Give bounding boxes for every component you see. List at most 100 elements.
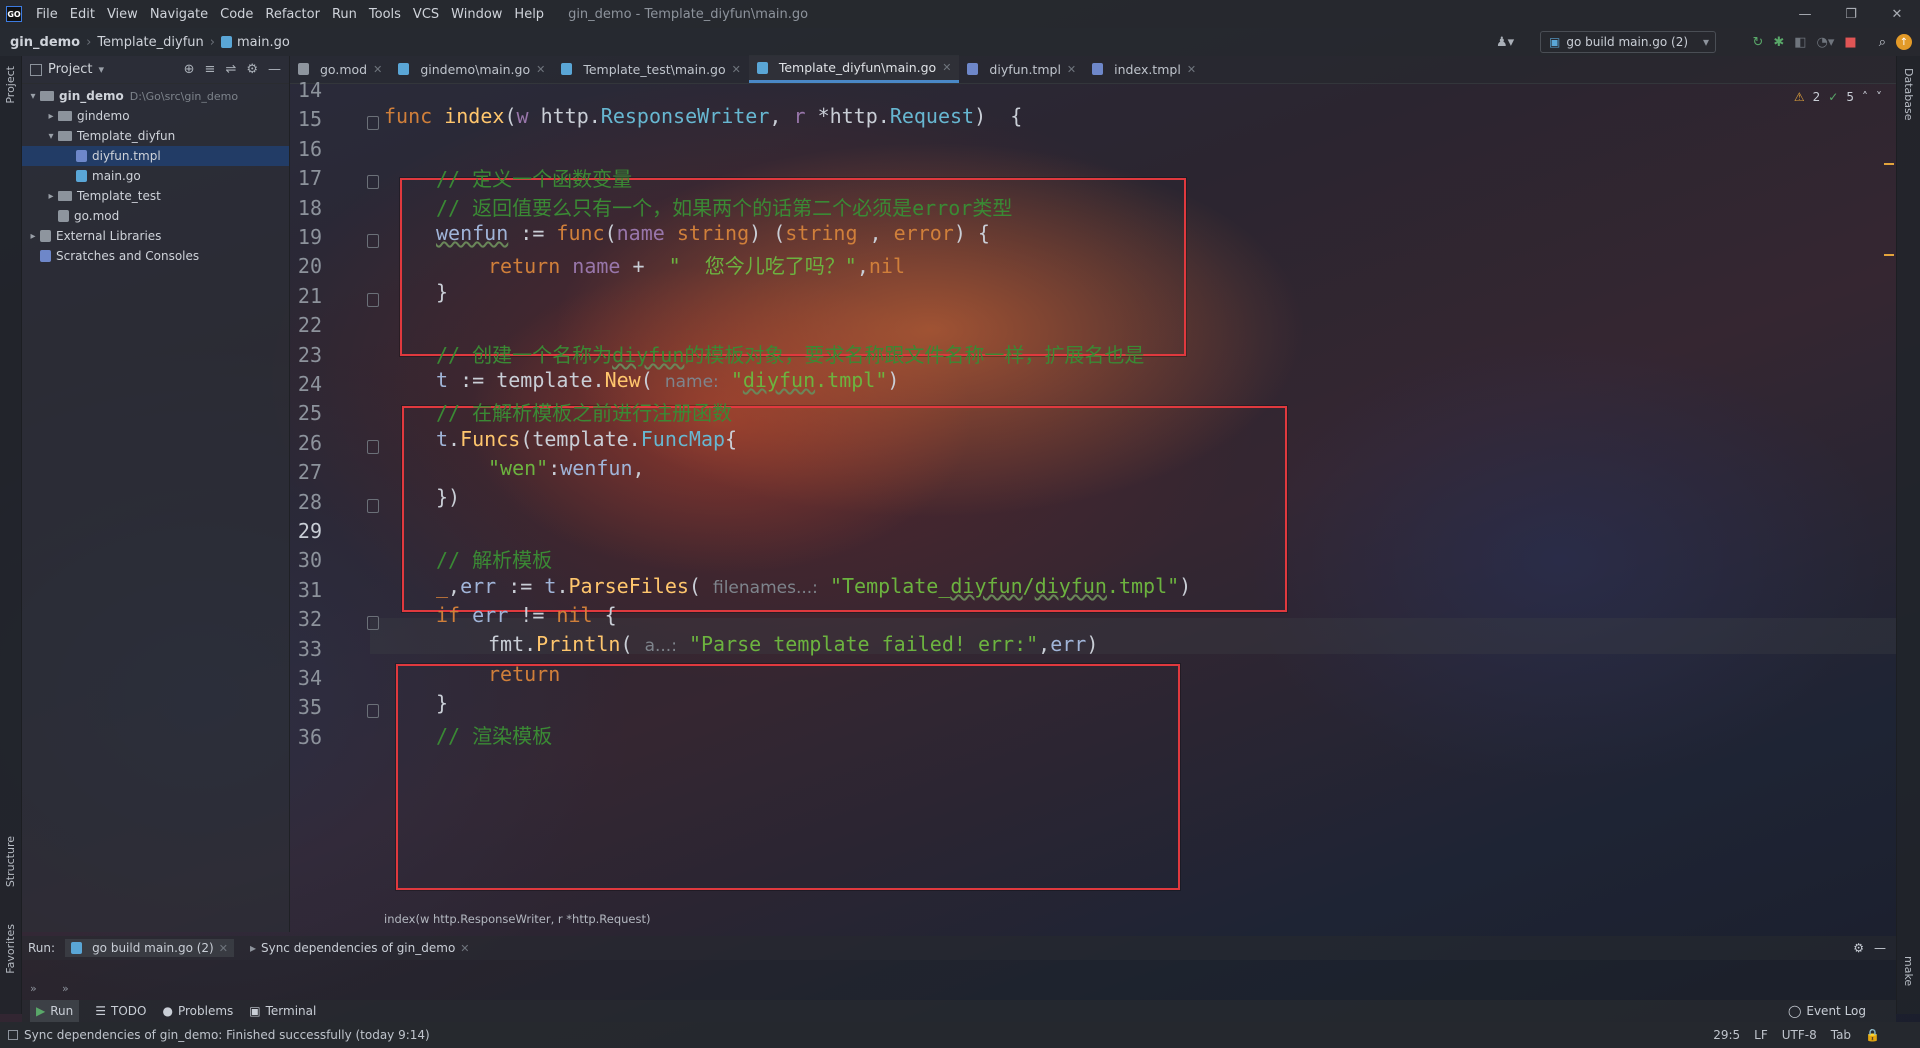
breadcrumb-file[interactable]: main.go [237,35,290,50]
line-number[interactable]: 29 [290,519,322,543]
coverage-icon[interactable]: ◧ [1794,35,1806,50]
line-number[interactable]: 22 [290,313,322,337]
menu-tools[interactable]: Tools [363,7,407,22]
tree-item[interactable]: Scratches and Consoles [22,246,289,266]
line-number[interactable]: 36 [290,725,322,749]
line-number[interactable]: 18 [290,196,322,220]
chevron-up-icon[interactable]: ˄ [1862,90,1868,104]
expand-icon[interactable]: » [62,982,69,995]
fold-marker-icon[interactable] [367,616,379,631]
debug-icon[interactable]: ✱ [1773,35,1784,50]
menu-refactor[interactable]: Refactor [259,7,326,22]
line-number[interactable]: 19 [290,225,322,249]
warning-marker[interactable] [1884,163,1894,165]
line-number[interactable]: 35 [290,695,322,719]
line-number[interactable]: 14 [290,78,322,102]
code-editor[interactable]: 14 15 16 17 18 19 20 21 22 23 24 25 26 27 28 29 30 31 32 33… [290,78,1896,910]
close-window-button[interactable]: ✕ [1874,7,1920,22]
event-log-button[interactable]: ◯ Event Log [1788,1004,1866,1018]
editor-tab[interactable]: diyfun.tmpl ✕ [959,55,1084,83]
gear-icon[interactable]: ⚙ [246,62,258,77]
close-tab-icon[interactable]: ✕ [1187,63,1196,76]
scrollbar[interactable] [1888,84,1896,910]
file-encoding[interactable]: UTF-8 [1782,1028,1817,1042]
expand-icon[interactable]: » [30,982,37,995]
restore-button[interactable]: ❐ [1828,7,1874,22]
fold-marker-icon[interactable] [367,234,379,248]
line-number[interactable]: 28 [290,490,322,514]
database-tool-tab[interactable]: Database [1902,68,1915,121]
tree-item[interactable]: go.mod [22,206,289,226]
todo-tool-button[interactable]: ☰ TODO [95,1004,146,1018]
tree-item[interactable]: ▾ Template_diyfun [22,126,289,146]
menu-code[interactable]: Code [214,7,259,22]
run-tool-button[interactable]: ▶ Run [30,1000,80,1022]
warning-marker[interactable] [1884,254,1894,256]
close-tab-icon[interactable]: ✕ [536,63,545,76]
line-separator[interactable]: LF [1754,1028,1768,1042]
menu-window[interactable]: Window [445,7,508,22]
tree-item[interactable]: ▸ Template_test [22,186,289,206]
menu-run[interactable]: Run [326,7,363,22]
run-console[interactable]: » » [22,960,1896,1000]
run-tab-sync[interactable]: ▸ Sync dependencies of gin_demo ✕ [244,939,476,957]
update-icon[interactable]: ↑ [1896,34,1912,50]
tree-item[interactable]: ▸ gindemo [22,106,289,126]
hide-icon[interactable]: — [268,62,281,77]
fold-marker-icon[interactable] [367,498,379,513]
line-number[interactable]: 20 [290,254,322,278]
line-number[interactable]: 25 [290,401,322,425]
tree-item[interactable]: ▾ gin_demo D:\Go\src\gin_demo [22,86,289,106]
stop-icon[interactable]: ■ [1844,35,1856,50]
structure-tool-tab[interactable]: Structure [4,836,17,887]
locate-icon[interactable]: ⊕ [184,62,195,77]
gear-icon[interactable]: ⚙ [1853,941,1864,955]
breadcrumb-project[interactable]: gin_demo [10,35,80,50]
caret-position[interactable]: 29:5 [1713,1028,1740,1042]
close-tab-icon[interactable]: ✕ [1067,63,1076,76]
line-number[interactable]: 16 [290,137,322,161]
close-tab-icon[interactable]: ✕ [732,63,741,76]
menu-help[interactable]: Help [508,7,550,22]
user-icon[interactable]: ♟▾ [1496,35,1514,50]
inspection-widget[interactable]: ⚠ 2 ✓ 5 ˄ ˅ [1794,90,1882,104]
line-number[interactable]: 23 [290,343,322,367]
chevron-right-icon[interactable]: ▸ [44,191,58,202]
close-icon[interactable]: ✕ [460,942,469,955]
profile-icon[interactable]: ◔▾ [1817,35,1835,50]
run-tab-build[interactable]: go build main.go (2) ✕ [65,939,234,957]
collapse-all-icon[interactable]: ⇌ [225,62,236,77]
line-number[interactable]: 34 [290,666,322,690]
close-tab-icon[interactable]: ✕ [942,61,951,74]
tree-item[interactable]: ▸ External Libraries [22,226,289,246]
run-configuration-select[interactable]: ▣ go build main.go (2) ▾ [1540,31,1716,53]
fold-marker-icon[interactable] [367,116,379,131]
editor-tab[interactable]: gindemo\main.go ✕ [390,55,553,83]
fold-marker-icon[interactable] [367,704,379,719]
line-number[interactable]: 31 [290,578,322,602]
editor-tab[interactable]: Template_test\main.go ✕ [553,55,749,83]
project-view-select[interactable]: Project [48,62,92,77]
line-number[interactable]: 17 [290,166,322,190]
chevron-down-icon[interactable]: ▾ [44,131,58,142]
favorites-tool-tab[interactable]: Favorites [4,924,17,974]
problems-tool-button[interactable]: ● Problems [162,1004,233,1018]
tree-item[interactable]: diyfun.tmpl [22,146,289,166]
line-number[interactable]: 32 [290,607,322,631]
line-number[interactable]: 27 [290,460,322,484]
breadcrumb-folder[interactable]: Template_diyfun [97,35,203,50]
terminal-tool-button[interactable]: ▣ Terminal [249,1004,316,1018]
project-tool-tab[interactable]: Project [4,66,17,104]
line-number[interactable]: 26 [290,431,322,455]
status-message[interactable]: Sync dependencies of gin_demo: Finished … [24,1028,430,1042]
chevron-right-icon[interactable]: ▸ [26,231,40,242]
status-panel-icon[interactable] [8,1030,18,1040]
search-icon[interactable]: ⌕ [1879,35,1886,50]
hide-icon[interactable]: — [1874,941,1886,955]
make-tool-tab[interactable]: make [1902,956,1915,986]
expand-all-icon[interactable]: ≡ [205,62,216,77]
menu-navigate[interactable]: Navigate [144,7,214,22]
fold-marker-icon[interactable] [367,439,379,454]
menu-view[interactable]: View [101,7,144,22]
chevron-down-icon[interactable]: ▾ [26,91,40,102]
